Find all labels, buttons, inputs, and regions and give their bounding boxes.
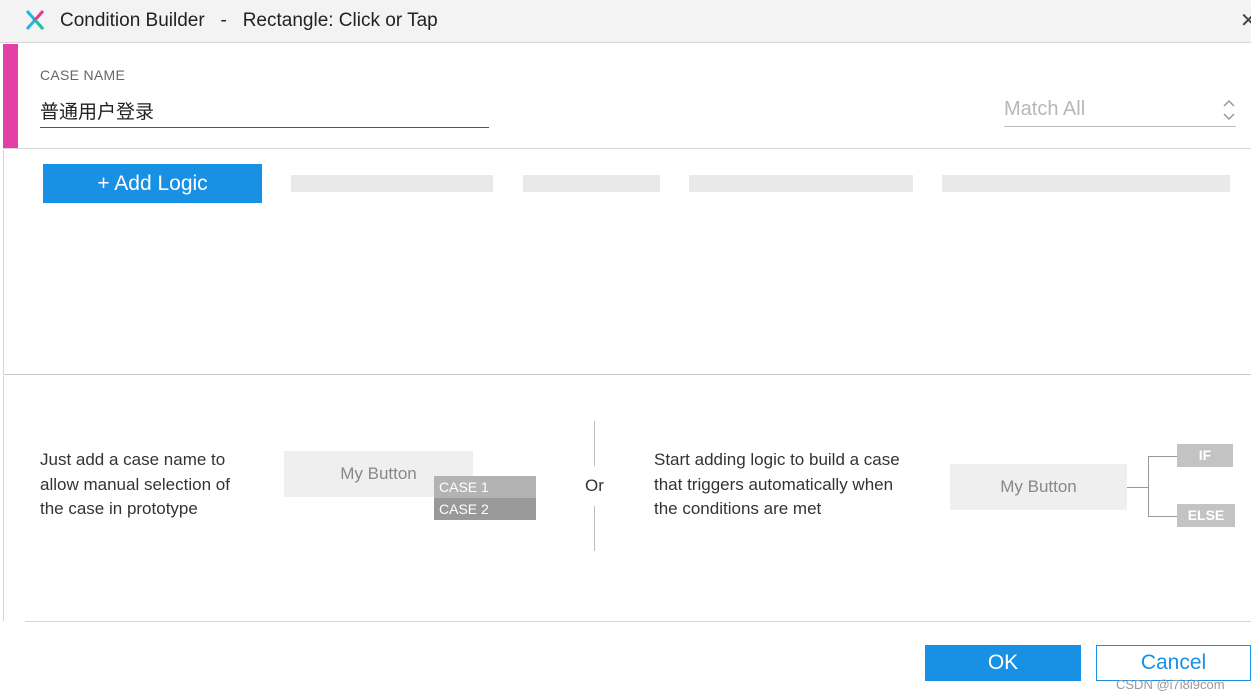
add-logic-button[interactable]: + Add Logic [43,164,262,203]
match-mode-value: Match All [1004,98,1086,120]
manual-case-help-text: Just add a case name to allow manual sel… [40,450,230,518]
logic-area: + Add Logic [3,150,1251,375]
branch-connector [1127,487,1149,488]
case-panel: CASE NAME Match All [3,44,1251,149]
branch-connector [1148,516,1177,517]
example-my-button: My Button [950,464,1127,510]
cancel-button[interactable]: Cancel [1096,645,1251,681]
logic-placeholder [689,175,913,192]
case-name-input[interactable] [40,97,489,128]
axure-x-logo [25,10,45,30]
if-tag: IF [1177,444,1233,467]
ok-button[interactable]: OK [925,645,1081,681]
logic-case-help-text: Start adding logic to build a case that … [654,450,900,518]
logic-placeholder [942,175,1230,192]
or-label: Or [585,476,604,495]
branch-connector [1148,456,1177,457]
up-down-chevron-icon [1223,99,1235,121]
close-icon[interactable]: ✕ [1240,8,1251,33]
case-accent-bar [3,44,18,148]
match-mode-select[interactable]: Match All [1004,96,1236,127]
watermark: CSDN @i7i8i9com [1116,677,1225,692]
else-tag: ELSE [1177,504,1235,527]
branch-connector [1148,456,1149,517]
logic-placeholder [291,175,493,192]
case-1-tag: CASE 1 [434,476,536,498]
title-bar: Condition Builder - Rectangle: Click or … [0,0,1251,43]
help-illustration-area: Just add a case name to allow manual sel… [3,376,1251,621]
window-title: Condition Builder - Rectangle: Click or … [60,10,438,31]
logic-placeholder [523,175,660,192]
divider-line [594,421,595,466]
divider-line [594,506,595,551]
case-2-tag: CASE 2 [434,498,536,520]
footer-divider [25,621,1251,622]
case-name-label: CASE NAME [40,67,126,83]
